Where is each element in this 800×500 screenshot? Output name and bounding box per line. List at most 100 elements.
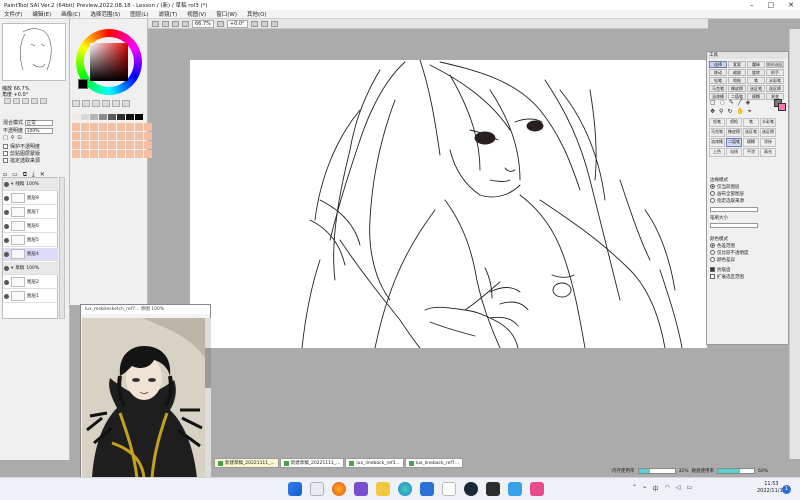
- color-radio-2[interactable]: [710, 250, 715, 255]
- color-swatch[interactable]: [90, 132, 98, 140]
- edge-icon[interactable]: [398, 482, 412, 496]
- layer-new-icon[interactable]: □: [3, 135, 8, 141]
- brush-button[interactable]: 平涂: [743, 148, 759, 157]
- color-swatch[interactable]: [126, 141, 134, 149]
- color-swatch[interactable]: [135, 132, 143, 140]
- layer-lock-icon[interactable]: ⚲: [11, 135, 15, 141]
- color-swatch[interactable]: [108, 150, 116, 158]
- tool-button[interactable]: 铅笔: [709, 77, 727, 84]
- blend-mode-select[interactable]: 正常: [24, 119, 53, 126]
- tool-button[interactable]: 魔棒: [747, 61, 765, 68]
- scroll-thumb[interactable]: [205, 348, 211, 388]
- layer-row[interactable]: 图层7: [3, 206, 58, 219]
- color-swatch[interactable]: [126, 123, 134, 131]
- brush-icon[interactable]: ╱: [738, 99, 742, 106]
- protect-opacity-checkbox[interactable]: [3, 144, 8, 149]
- rotate-icon[interactable]: ↻: [727, 108, 732, 116]
- size-slider[interactable]: [710, 223, 758, 228]
- reference-window[interactable]: lux_mobilesketch_ref7... 原图 100%: [80, 304, 211, 479]
- select-all-button[interactable]: [152, 20, 159, 27]
- color-swatch[interactable]: [81, 114, 89, 120]
- show-selection-button[interactable]: [182, 20, 189, 27]
- brush-button[interactable]: 选区笔: [743, 128, 759, 137]
- invert-selection-button[interactable]: [172, 20, 179, 27]
- layer-row[interactable]: ▾ 线稿 100%: [3, 178, 58, 191]
- tool-button[interactable]: 移动: [709, 69, 727, 76]
- brush-button[interactable]: 勾线: [726, 148, 742, 157]
- wifi-icon[interactable]: ◠: [665, 484, 670, 493]
- mode-radio-2[interactable]: [710, 191, 715, 196]
- color-swatch[interactable]: [90, 150, 98, 158]
- rotate-reset-button[interactable]: [250, 20, 258, 27]
- menu-view[interactable]: 视图(V): [187, 10, 206, 18]
- firefox-icon[interactable]: [332, 482, 346, 496]
- saturation-value-square[interactable]: [90, 43, 128, 81]
- zoom-out-button[interactable]: [13, 98, 20, 104]
- pen-icon[interactable]: ✎: [729, 99, 734, 106]
- right-scrollbar[interactable]: [789, 29, 800, 459]
- reference-checkbox[interactable]: [3, 158, 8, 163]
- layer-row[interactable]: 图层5: [3, 234, 58, 247]
- expand-checkbox[interactable]: [710, 274, 715, 279]
- mode-radio-3[interactable]: [710, 198, 715, 203]
- fg-bg-colors[interactable]: [774, 99, 786, 111]
- color-swatch[interactable]: [72, 132, 80, 140]
- layer-scrollbar[interactable]: [59, 177, 65, 319]
- color-swatch[interactable]: [108, 123, 116, 131]
- ime-icon[interactable]: 中: [653, 484, 659, 493]
- color-swatch[interactable]: [72, 114, 80, 120]
- color-swatch[interactable]: [135, 114, 143, 120]
- swatch-mode-button[interactable]: [112, 100, 120, 107]
- layer-row[interactable]: 图层6: [3, 220, 58, 233]
- eyedropper-icon[interactable]: ⌖: [748, 108, 751, 116]
- tool-button[interactable]: 选区笔: [747, 85, 765, 92]
- color-swatch[interactable]: [126, 150, 134, 158]
- mixer-mode-button[interactable]: [102, 100, 110, 107]
- color-swatch[interactable]: [117, 141, 125, 149]
- tool-button[interactable]: 抓手: [766, 69, 784, 76]
- volume-icon[interactable]: ◁: [676, 484, 681, 493]
- scratch-mode-button[interactable]: [122, 100, 130, 107]
- marquee-icon[interactable]: ▢: [710, 99, 716, 106]
- file-explorer-icon[interactable]: [376, 482, 390, 496]
- notification-badge[interactable]: 1: [782, 485, 791, 494]
- color-swatch[interactable]: [135, 141, 143, 149]
- zoom-reset-button[interactable]: [216, 20, 224, 27]
- color-swatch[interactable]: [90, 141, 98, 149]
- visibility-eye-icon[interactable]: [4, 251, 9, 257]
- rotate-left-button[interactable]: [22, 98, 29, 104]
- background-color[interactable]: [778, 103, 786, 111]
- maximize-icon[interactable]: □: [768, 1, 775, 9]
- visibility-eye-icon[interactable]: [4, 279, 9, 285]
- color-swatch[interactable]: [81, 141, 89, 149]
- color-swatch[interactable]: [117, 123, 125, 131]
- layer-row[interactable]: 图层4: [3, 248, 58, 261]
- visibility-eye-icon[interactable]: [4, 209, 9, 215]
- color-swatch[interactable]: [108, 132, 116, 140]
- color-swatch[interactable]: [108, 141, 116, 149]
- tool-button[interactable]: 旋转: [747, 69, 765, 76]
- color-swatch[interactable]: [90, 123, 98, 131]
- color-swatch[interactable]: [72, 123, 80, 131]
- tool-button[interactable]: 喷枪: [728, 77, 746, 84]
- color-swatch[interactable]: [144, 150, 152, 158]
- document-tab[interactable]: lux_lineback_ref7...: [404, 458, 464, 468]
- menu-canvas[interactable]: 画像(C): [61, 10, 80, 18]
- color-swatch[interactable]: [144, 141, 152, 149]
- zoom-in-button[interactable]: [4, 98, 11, 104]
- hsv-mode-button[interactable]: [92, 100, 100, 107]
- folder-toggle-icon[interactable]: ▾: [11, 182, 13, 187]
- color-swatch[interactable]: [99, 132, 107, 140]
- visibility-eye-icon[interactable]: [4, 181, 9, 187]
- color-swatch[interactable]: [144, 123, 152, 131]
- fill-icon[interactable]: ◈: [746, 99, 751, 106]
- visibility-eye-icon[interactable]: [4, 265, 9, 271]
- sai-icon[interactable]: [442, 482, 456, 496]
- brush-button[interactable]: 橡皮擦: [726, 128, 742, 137]
- brush-button[interactable]: 模糊: [743, 138, 759, 147]
- brush-button[interactable]: 水彩笔: [760, 118, 776, 127]
- color-swatch[interactable]: [135, 150, 143, 158]
- battery-icon[interactable]: ▭: [687, 484, 693, 493]
- brush-button[interactable]: 喷枪: [726, 118, 742, 127]
- deselect-button[interactable]: [162, 20, 169, 27]
